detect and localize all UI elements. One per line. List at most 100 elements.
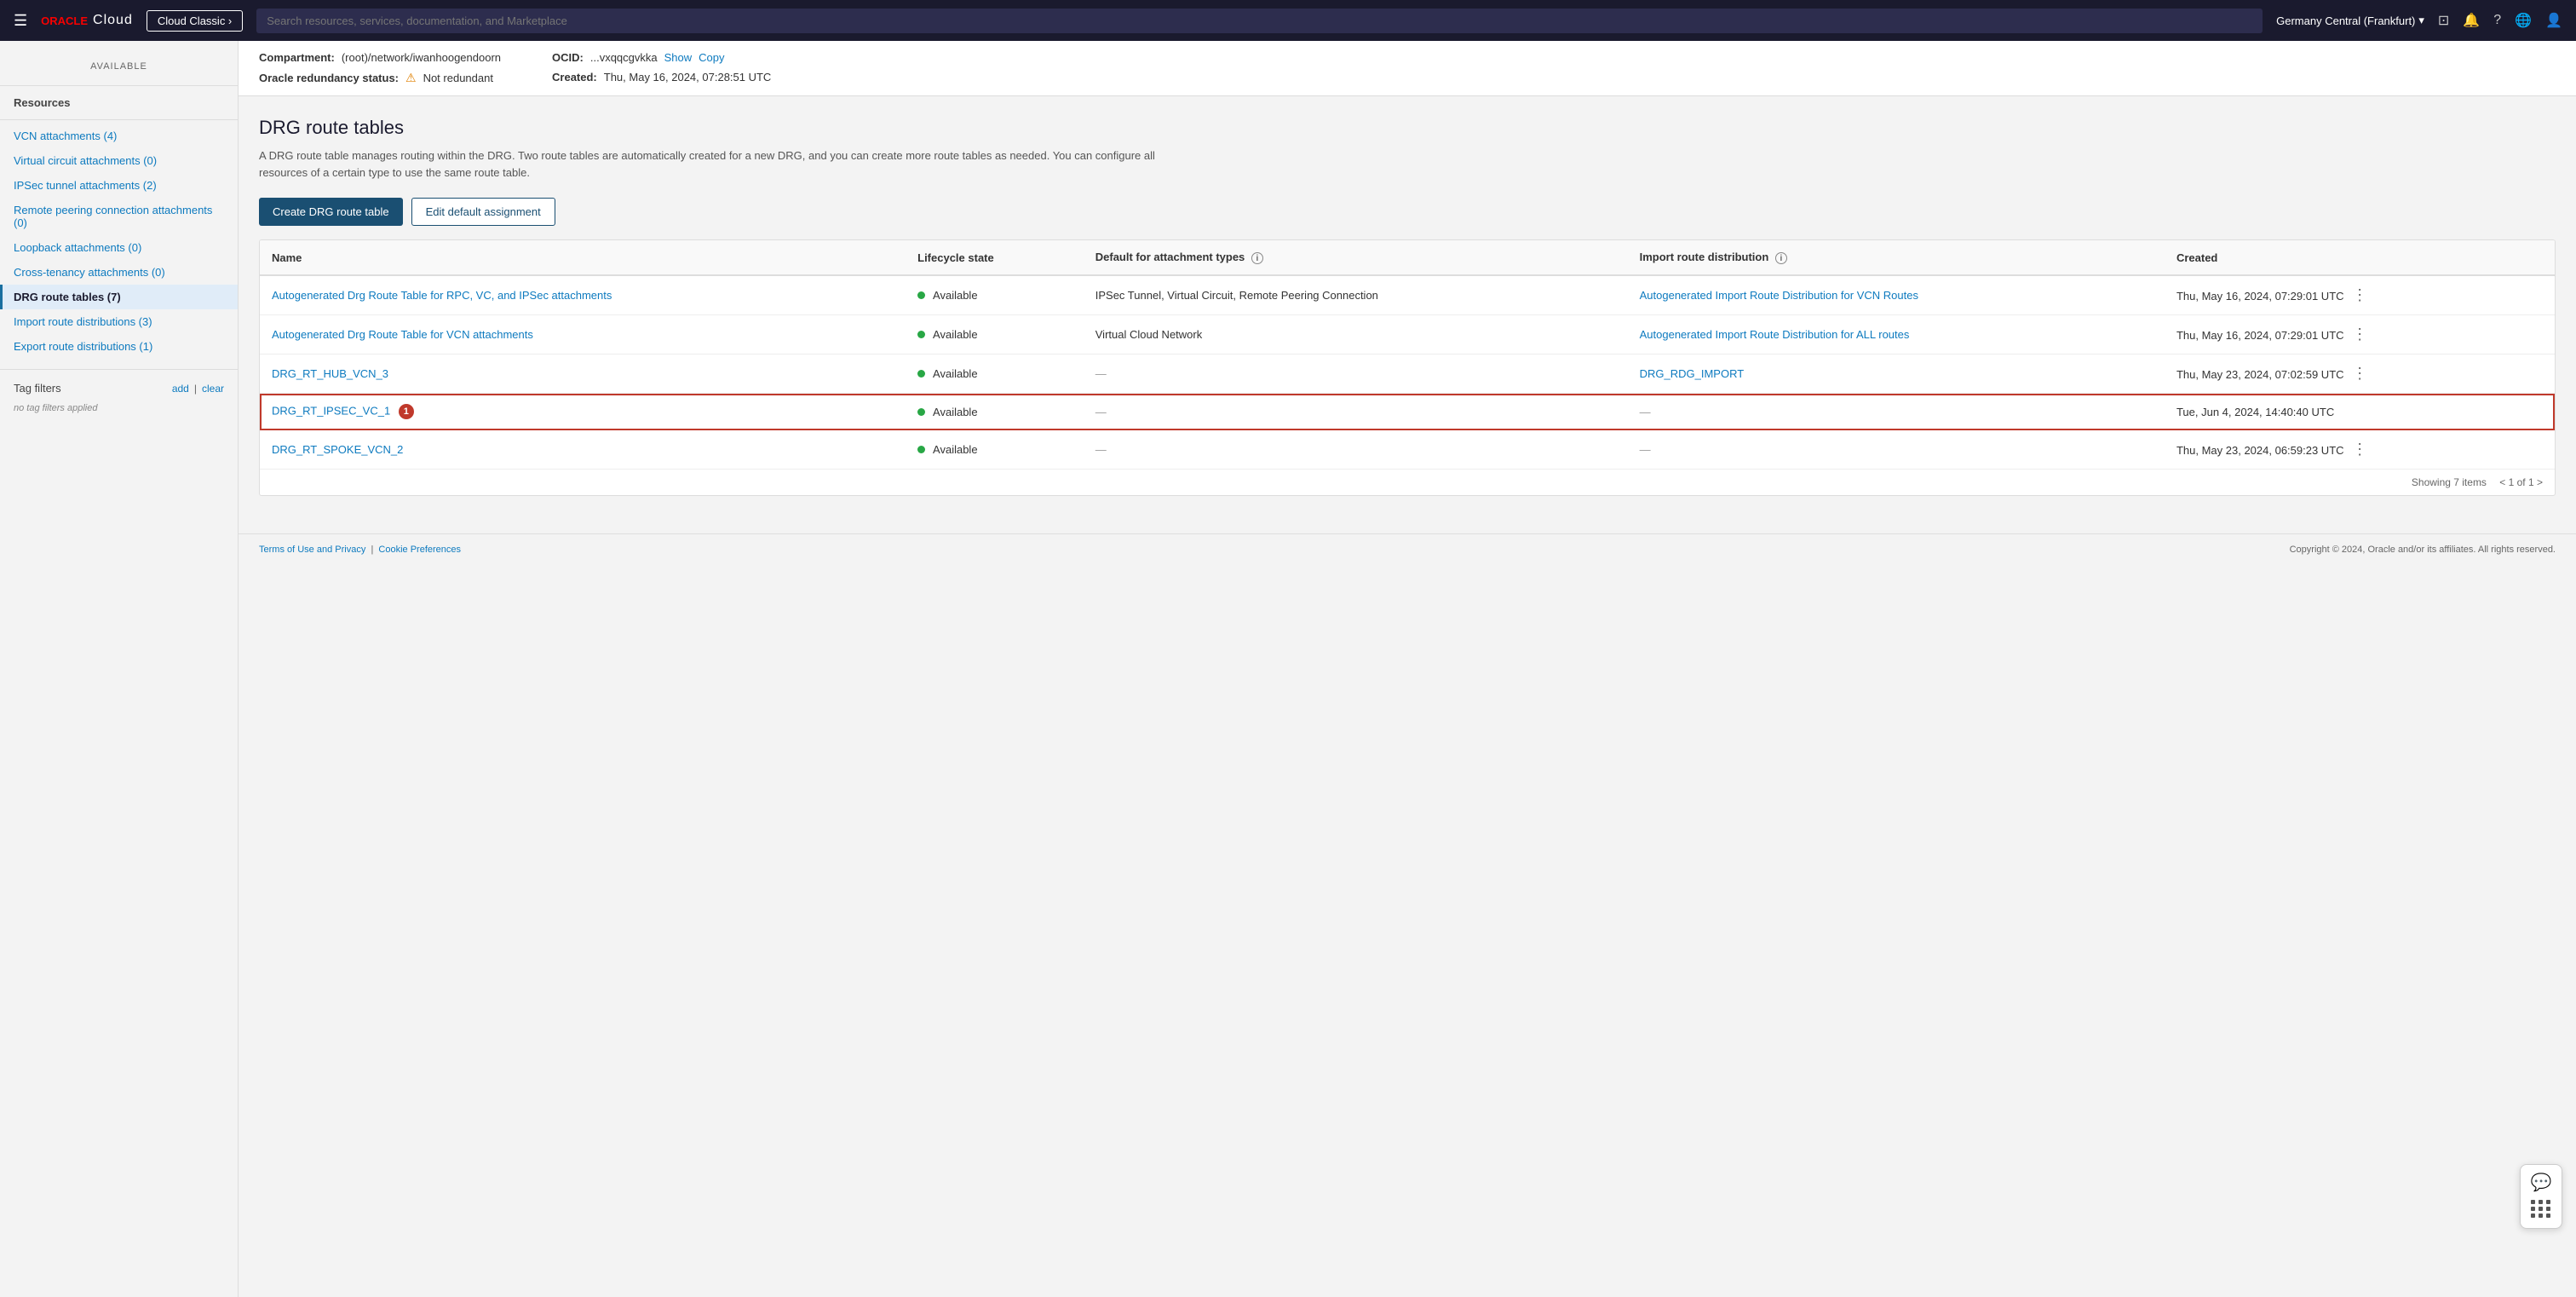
row4-default-attachment: — <box>1084 394 1628 430</box>
route-tables-table: Name Lifecycle state Default for attachm… <box>259 239 2556 496</box>
row3-default-attachment: — <box>1084 355 1628 394</box>
language-icon[interactable]: 🌐 <box>2515 12 2532 29</box>
notifications-icon[interactable]: 🔔 <box>2463 12 2480 29</box>
row1-default-attachment: IPSec Tunnel, Virtual Circuit, Remote Pe… <box>1084 275 1628 315</box>
sidebar-item-remote-peering-attachments[interactable]: Remote peering connection attachments (0… <box>0 198 238 235</box>
sidebar-item-ipsec-tunnel-attachments[interactable]: IPSec tunnel attachments (2) <box>0 173 238 198</box>
cookie-preferences-link[interactable]: Cookie Preferences <box>378 545 461 555</box>
page-title: DRG route tables <box>259 117 2556 139</box>
page-description: A DRG route table manages routing within… <box>259 147 1196 181</box>
row2-import-route: Autogenerated Import Route Distribution … <box>1628 315 2165 355</box>
table-row-highlighted: DRG_RT_IPSEC_VC_1 1 Available — — Tue, J… <box>260 394 2555 430</box>
sidebar-item-drg-route-tables[interactable]: DRG route tables (7) <box>0 285 238 309</box>
row5-created: Thu, May 23, 2024, 06:59:23 UTC ⋮ <box>2165 430 2555 470</box>
create-drg-route-table-button[interactable]: Create DRG route table <box>259 198 403 226</box>
ocid-show-link[interactable]: Show <box>664 51 693 64</box>
top-navigation: ☰ ORACLE Cloud Cloud Classic › Germany C… <box>0 0 2576 41</box>
row4-name-link[interactable]: DRG_RT_IPSEC_VC_1 <box>272 404 390 417</box>
region-label: Germany Central (Frankfurt) <box>2276 14 2415 27</box>
ocid-copy-link[interactable]: Copy <box>699 51 724 64</box>
row5-name-link[interactable]: DRG_RT_SPOKE_VCN_2 <box>272 443 403 456</box>
row4-badge: 1 <box>399 404 414 419</box>
ocid-value: ...vxqqcgvkka <box>590 51 658 64</box>
redundancy-value: Not redundant <box>423 72 493 84</box>
tag-filters-actions: add | clear <box>172 383 224 395</box>
row5-menu-button[interactable]: ⋮ <box>2347 439 2372 459</box>
region-selector[interactable]: Germany Central (Frankfurt) ▾ <box>2276 14 2424 27</box>
row5-default-attachment: — <box>1084 430 1628 470</box>
row5-lifecycle: Available <box>906 430 1084 470</box>
help-icon[interactable]: ? <box>2493 13 2501 28</box>
col-default-attachment: Default for attachment types i <box>1084 240 1628 275</box>
tag-filters-label: Tag filters <box>14 382 61 395</box>
row2-name-link[interactable]: Autogenerated Drg Route Table for VCN at… <box>272 328 533 341</box>
row2-default-attachment: Virtual Cloud Network <box>1084 315 1628 355</box>
table-header-row: Name Lifecycle state Default for attachm… <box>260 240 2555 275</box>
redundancy-label: Oracle redundancy status: <box>259 72 399 84</box>
tag-clear-link[interactable]: clear <box>202 383 224 395</box>
sidebar-item-vcn-attachments[interactable]: VCN attachments (4) <box>0 124 238 148</box>
row1-created: Thu, May 16, 2024, 07:29:01 UTC ⋮ <box>2165 275 2555 315</box>
page-toolbar: Create DRG route table Edit default assi… <box>259 198 2556 226</box>
sidebar-item-virtual-circuit-attachments[interactable]: Virtual circuit attachments (0) <box>0 148 238 173</box>
sidebar-item-export-route-distributions[interactable]: Export route distributions (1) <box>0 334 238 359</box>
default-attachment-info-icon[interactable]: i <box>1251 252 1263 264</box>
row4-import-route: — <box>1628 394 2165 430</box>
pagination[interactable]: < 1 of 1 > <box>2499 476 2543 488</box>
page-footer: Terms of Use and Privacy | Cookie Prefer… <box>239 533 2576 565</box>
right-info-col: OCID: ...vxqqcgvkka Show Copy Created: T… <box>552 51 771 84</box>
row2-import-route-link[interactable]: Autogenerated Import Route Distribution … <box>1640 328 1910 341</box>
row2-menu-button[interactable]: ⋮ <box>2347 324 2372 344</box>
table-row: DRG_RT_HUB_VCN_3 Available — DRG_RDG_IMP… <box>260 355 2555 394</box>
row1-status-dot <box>917 291 925 299</box>
table-row: DRG_RT_SPOKE_VCN_2 Available — — Thu, Ma… <box>260 430 2555 470</box>
row3-menu-button[interactable]: ⋮ <box>2347 363 2372 383</box>
sidebar-item-cross-tenancy-attachments[interactable]: Cross-tenancy attachments (0) <box>0 260 238 285</box>
compartment-value: (root)/network/iwanhoogendoorn <box>342 51 501 64</box>
profile-icon[interactable]: 👤 <box>2545 12 2562 29</box>
hamburger-menu[interactable]: ☰ <box>14 12 27 30</box>
global-search-input[interactable] <box>256 9 2263 33</box>
row3-name: DRG_RT_HUB_VCN_3 <box>260 355 906 394</box>
table-row: Autogenerated Drg Route Table for RPC, V… <box>260 275 2555 315</box>
row1-menu-button[interactable]: ⋮ <box>2347 285 2372 305</box>
edit-default-assignment-button[interactable]: Edit default assignment <box>411 198 555 226</box>
row2-lifecycle: Available <box>906 315 1084 355</box>
row4-name: DRG_RT_IPSEC_VC_1 1 <box>260 394 906 430</box>
row3-name-link[interactable]: DRG_RT_HUB_VCN_3 <box>272 367 388 380</box>
row1-name-link[interactable]: Autogenerated Drg Route Table for RPC, V… <box>272 289 612 302</box>
import-route-info-icon[interactable]: i <box>1775 252 1787 264</box>
row1-name: Autogenerated Drg Route Table for RPC, V… <box>260 275 906 315</box>
console-icon[interactable]: ⊡ <box>2438 12 2449 29</box>
row3-created: Thu, May 23, 2024, 07:02:59 UTC ⋮ <box>2165 355 2555 394</box>
sidebar-item-import-route-distributions[interactable]: Import route distributions (3) <box>0 309 238 334</box>
row4-created: Tue, Jun 4, 2024, 14:40:40 UTC <box>2165 394 2555 430</box>
sidebar-item-loopback-attachments[interactable]: Loopback attachments (0) <box>0 235 238 260</box>
row1-import-route: Autogenerated Import Route Distribution … <box>1628 275 2165 315</box>
oracle-logo-text: ORACLE <box>41 14 88 27</box>
row3-import-route-link[interactable]: DRG_RDG_IMPORT <box>1640 367 1745 380</box>
row5-import-route: — <box>1628 430 2165 470</box>
row1-lifecycle: Available <box>906 275 1084 315</box>
created-label: Created: <box>552 71 597 84</box>
cloud-logo-text: Cloud <box>93 13 133 28</box>
main-layout: AVAILABLE Resources VCN attachments (4) … <box>0 41 2576 1297</box>
tag-add-link[interactable]: add <box>172 383 189 395</box>
row3-import-route: DRG_RDG_IMPORT <box>1628 355 2165 394</box>
row1-import-route-link[interactable]: Autogenerated Import Route Distribution … <box>1640 289 1918 302</box>
cloud-classic-button[interactable]: Cloud Classic › <box>147 10 243 32</box>
created-row: Created: Thu, May 16, 2024, 07:28:51 UTC <box>552 71 771 84</box>
row3-lifecycle: Available <box>906 355 1084 394</box>
row2-created: Thu, May 16, 2024, 07:29:01 UTC ⋮ <box>2165 315 2555 355</box>
nav-right-controls: Germany Central (Frankfurt) ▾ ⊡ 🔔 ? 🌐 👤 <box>2276 12 2562 29</box>
compartment-row: Compartment: (root)/network/iwanhoogendo… <box>259 51 501 64</box>
region-chevron-icon: ▾ <box>2418 14 2424 27</box>
widget-chat-icon[interactable]: 💬 <box>2531 1172 2552 1193</box>
col-name: Name <box>260 240 906 275</box>
row4-lifecycle: Available <box>906 394 1084 430</box>
row5-status-dot <box>917 446 925 453</box>
terms-link[interactable]: Terms of Use and Privacy <box>259 545 365 555</box>
created-value: Thu, May 16, 2024, 07:28:51 UTC <box>604 71 772 84</box>
floating-widget[interactable]: 💬 <box>2520 1164 2562 1229</box>
page-body: DRG route tables A DRG route table manag… <box>239 96 2576 516</box>
